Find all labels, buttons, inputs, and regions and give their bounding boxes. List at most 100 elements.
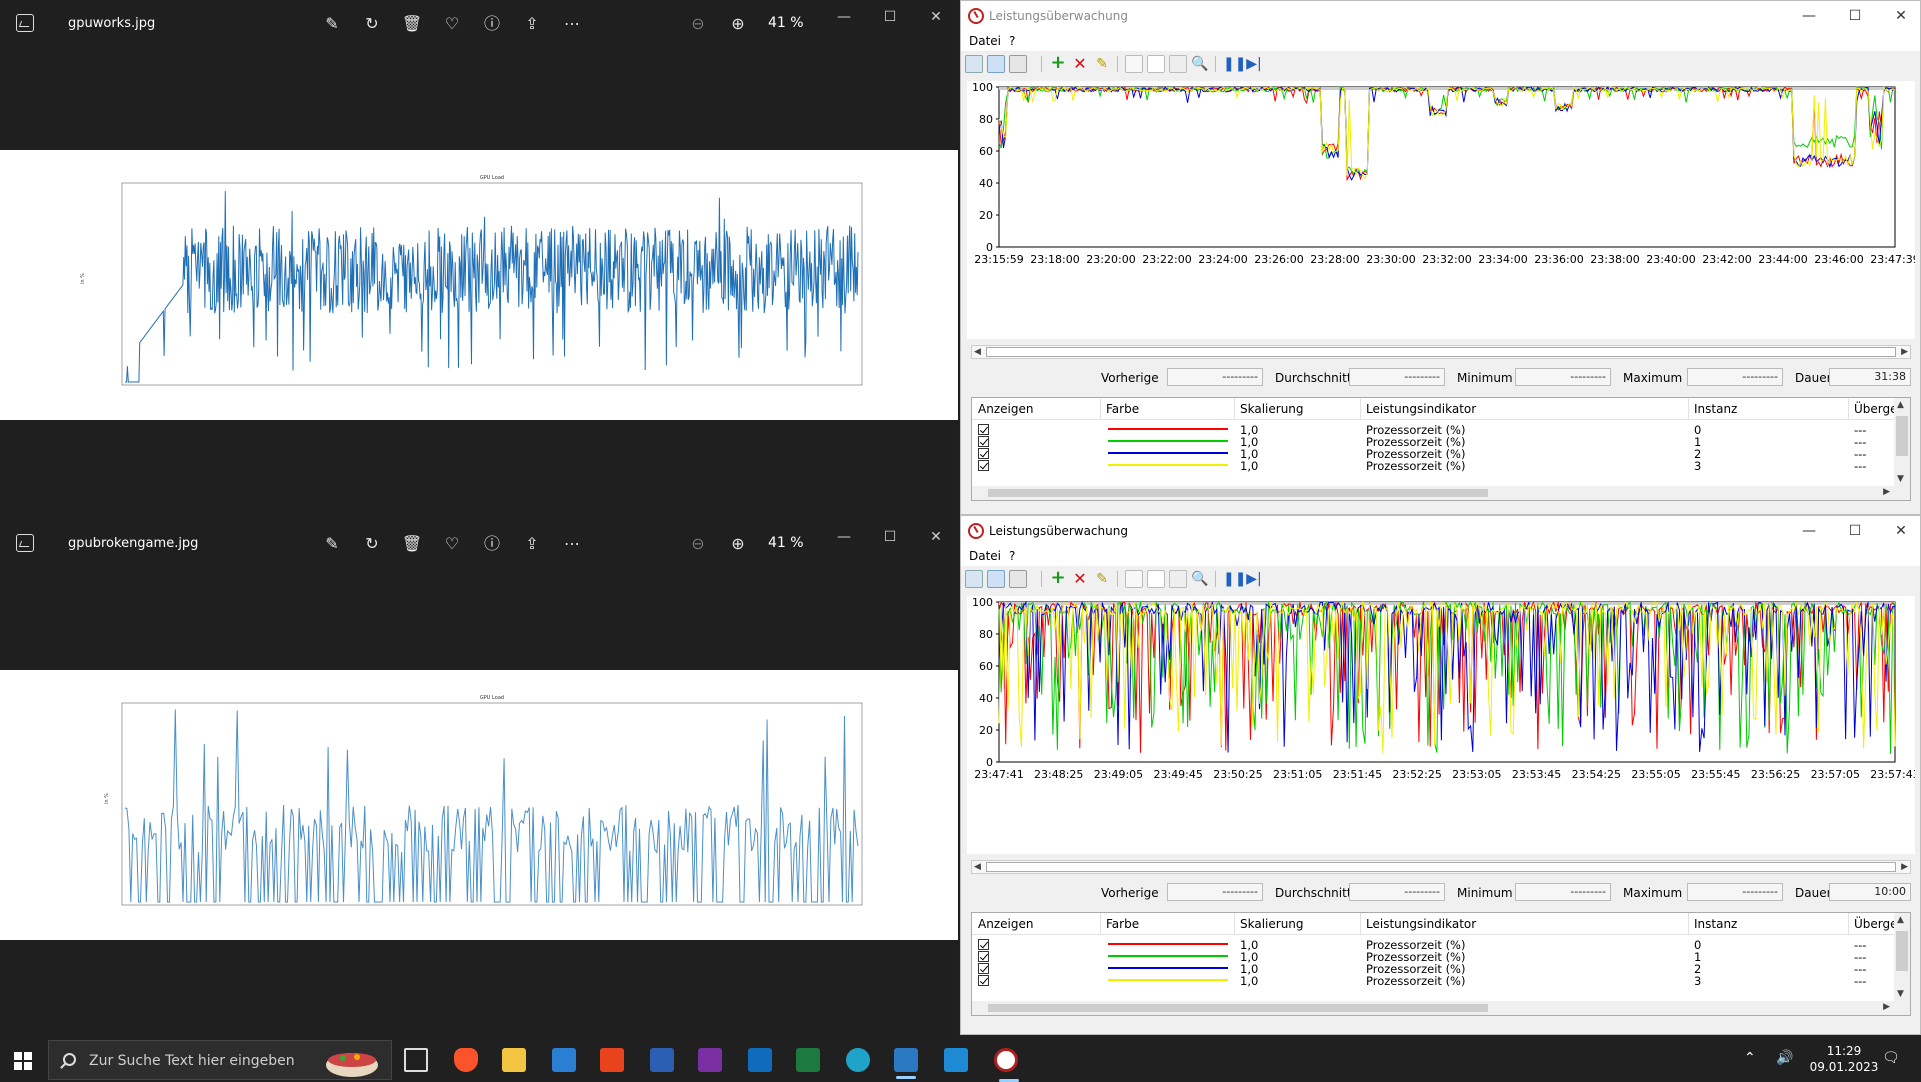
paste-counter-list-icon[interactable]	[1147, 55, 1165, 73]
table-horizontal-scrollbar[interactable]: ▶	[972, 486, 1896, 500]
windows-start-icon[interactable]	[14, 1052, 32, 1070]
update-data-icon[interactable]: ▶|	[1245, 55, 1263, 73]
menu-datei[interactable]: Datei	[969, 549, 1001, 563]
delete-icon[interactable]: 🗑	[400, 532, 424, 556]
col-uebergeordnet[interactable]: Überge	[1854, 917, 1898, 931]
info-icon[interactable]: ⓘ	[480, 532, 504, 556]
minimize-button[interactable]: —	[830, 6, 858, 28]
zoom-icon[interactable]: 🔍	[1191, 55, 1209, 73]
favorite-heart-icon[interactable]: ♡	[440, 532, 464, 556]
zoom-icon[interactable]: 🔍	[1191, 570, 1209, 588]
edge-icon[interactable]	[846, 1048, 870, 1072]
minimize-button[interactable]: —	[1794, 6, 1824, 26]
rotate-icon[interactable]: ↻	[360, 12, 384, 36]
more-options-icon[interactable]: ⋯	[560, 532, 584, 556]
view-log-data-icon[interactable]	[987, 570, 1005, 588]
clock-time[interactable]: 11:29	[1804, 1044, 1884, 1058]
mail-icon[interactable]	[552, 1048, 576, 1072]
col-farbe[interactable]: Farbe	[1106, 917, 1139, 931]
delete-counter-icon[interactable]: ✕	[1071, 570, 1089, 588]
counter-row[interactable]: 1,0 Prozessorzeit (%) 3 ---	[972, 458, 1886, 473]
copy-properties-icon[interactable]	[1125, 55, 1143, 73]
paste-counter-list-icon[interactable]	[1147, 570, 1165, 588]
view-current-activity-icon[interactable]	[965, 570, 983, 588]
table-vertical-scrollbar[interactable]: ▲ ▼	[1894, 398, 1910, 500]
office-icon[interactable]	[600, 1048, 624, 1072]
change-graph-type-icon[interactable]	[1009, 55, 1027, 73]
time-scrollbar[interactable]: ◀ ▶	[971, 345, 1911, 359]
vscode-icon[interactable]	[944, 1048, 968, 1072]
freeze-display-icon[interactable]: ❚❚	[1223, 570, 1246, 588]
menu-help[interactable]: ?	[1009, 34, 1015, 48]
table-vertical-scrollbar[interactable]: ▲ ▼	[1894, 913, 1910, 1015]
perfmon-taskbar-icon[interactable]	[994, 1048, 1019, 1082]
maximize-button[interactable]: ☐	[1840, 6, 1870, 26]
word-icon[interactable]	[650, 1048, 674, 1072]
col-instanz[interactable]: Instanz	[1694, 402, 1737, 416]
photos-icon[interactable]	[894, 1048, 918, 1079]
onenote-icon[interactable]	[698, 1048, 722, 1072]
edit-image-icon[interactable]: ✎	[320, 12, 344, 36]
col-skalierung[interactable]: Skalierung	[1240, 402, 1304, 416]
zoom-in-icon[interactable]: ⊕	[726, 532, 750, 556]
info-icon[interactable]: ⓘ	[480, 12, 504, 36]
rotate-icon[interactable]: ↻	[360, 532, 384, 556]
maximize-button[interactable]: ☐	[1840, 521, 1870, 541]
change-graph-type-icon[interactable]	[1009, 570, 1027, 588]
col-anzeigen[interactable]: Anzeigen	[978, 402, 1033, 416]
file-explorer-icon[interactable]	[502, 1048, 526, 1072]
menu-help[interactable]: ?	[1009, 549, 1015, 563]
freeze-display-icon[interactable]: ❚❚	[1223, 55, 1246, 73]
col-instanz[interactable]: Instanz	[1694, 917, 1737, 931]
view-current-activity-icon[interactable]	[965, 55, 983, 73]
col-leistungsindikator[interactable]: Leistungsindikator	[1366, 402, 1476, 416]
zoom-in-icon[interactable]: ⊕	[726, 12, 750, 36]
view-log-data-icon[interactable]	[987, 55, 1005, 73]
volume-icon[interactable]: 🔊	[1776, 1050, 1793, 1066]
close-button[interactable]: ✕	[1886, 6, 1916, 26]
copy-properties-icon[interactable]	[1125, 570, 1143, 588]
maximize-button[interactable]: ☐	[876, 6, 904, 28]
highlight-icon[interactable]: ✎	[1093, 55, 1111, 73]
close-button[interactable]: ✕	[922, 526, 950, 548]
notification-center-icon[interactable]: 🗨	[1882, 1050, 1900, 1066]
share-icon[interactable]: ⇪	[520, 12, 544, 36]
properties-icon[interactable]	[1169, 570, 1187, 588]
tray-chevron-icon[interactable]: ⌃	[1744, 1050, 1756, 1066]
show-checkbox[interactable]	[978, 460, 989, 471]
minimize-button[interactable]: —	[830, 526, 858, 548]
clock-date[interactable]: 09.01.2023	[1804, 1060, 1884, 1074]
menu-datei[interactable]: Datei	[969, 34, 1001, 48]
update-data-icon[interactable]: ▶|	[1245, 570, 1263, 588]
time-scrollbar[interactable]: ◀ ▶	[971, 860, 1911, 874]
excel-icon[interactable]	[796, 1048, 820, 1072]
edit-image-icon[interactable]: ✎	[320, 532, 344, 556]
minimize-button[interactable]: —	[1794, 521, 1824, 541]
add-counter-icon[interactable]: +	[1049, 569, 1067, 588]
counter-row[interactable]: 1,0 Prozessorzeit (%) 3 ---	[972, 973, 1886, 988]
brave-browser-icon[interactable]	[454, 1048, 478, 1072]
col-leistungsindikator[interactable]: Leistungsindikator	[1366, 917, 1476, 931]
favorite-heart-icon[interactable]: ♡	[440, 12, 464, 36]
properties-icon[interactable]	[1169, 55, 1187, 73]
zoom-out-icon[interactable]: ⊖	[686, 532, 710, 556]
zoom-out-icon[interactable]: ⊖	[686, 12, 710, 36]
show-checkbox[interactable]	[978, 975, 989, 986]
perfmon-window-bottom: Leistungsüberwachung — ☐ ✕ Datei ? + ✕ ✎…	[960, 515, 1921, 1035]
more-options-icon[interactable]: ⋯	[560, 12, 584, 36]
task-view-icon[interactable]	[404, 1048, 428, 1072]
maximize-button[interactable]: ☐	[876, 526, 904, 548]
table-horizontal-scrollbar[interactable]: ▶	[972, 1001, 1896, 1015]
col-skalierung[interactable]: Skalierung	[1240, 917, 1304, 931]
delete-icon[interactable]: 🗑	[400, 12, 424, 36]
delete-counter-icon[interactable]: ✕	[1071, 55, 1089, 73]
col-anzeigen[interactable]: Anzeigen	[978, 917, 1033, 931]
col-farbe[interactable]: Farbe	[1106, 402, 1139, 416]
outlook-icon[interactable]	[748, 1048, 772, 1072]
close-button[interactable]: ✕	[1886, 521, 1916, 541]
taskbar-search-box[interactable]: Zur Suche Text hier eingeben	[48, 1040, 392, 1080]
add-counter-icon[interactable]: +	[1049, 54, 1067, 73]
close-button[interactable]: ✕	[922, 6, 950, 28]
share-icon[interactable]: ⇪	[520, 532, 544, 556]
highlight-icon[interactable]: ✎	[1093, 570, 1111, 588]
